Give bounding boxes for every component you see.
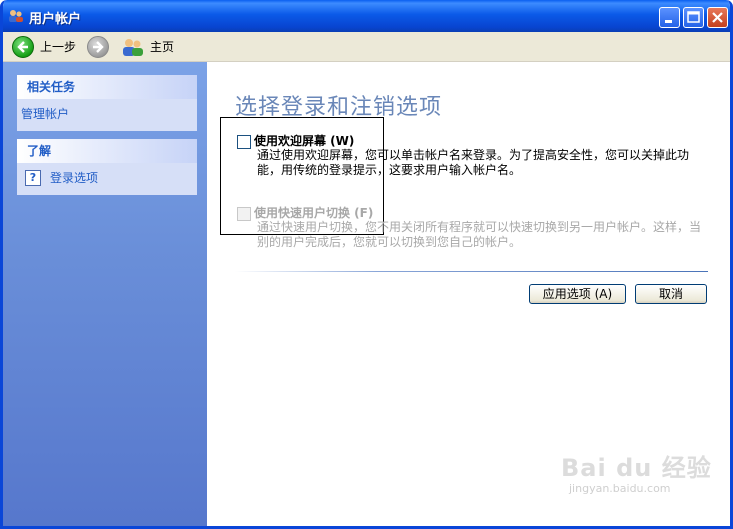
back-button[interactable]: 上一步 xyxy=(12,35,77,58)
minimize-button[interactable] xyxy=(659,7,680,28)
fast-user-switching-checkbox xyxy=(237,207,251,221)
related-tasks-header: 相关任务 xyxy=(17,75,197,99)
divider xyxy=(235,271,708,272)
user-accounts-icon xyxy=(9,10,23,22)
manage-accounts-label: 管理帐户 xyxy=(21,107,70,121)
user-accounts-window: 用户帐户 上一步 主页 相关任务 管理帐户 了解 ? 登录选项 选择登录和注销选… xyxy=(0,0,733,529)
learn-panel: 了解 ? 登录选项 xyxy=(17,139,197,195)
title-bar[interactable]: 用户帐户 xyxy=(3,0,730,32)
help-icon: ? xyxy=(25,170,41,186)
fast-user-switching-label: 使用快速用户切换 (F) xyxy=(254,206,374,220)
manage-accounts-link[interactable]: 管理帐户 xyxy=(21,105,189,123)
close-icon xyxy=(712,12,723,23)
forward-arrow-icon xyxy=(87,35,109,58)
logon-options-link[interactable]: ? 登录选项 xyxy=(25,169,189,187)
welcome-screen-checkbox[interactable] xyxy=(237,135,251,149)
baidu-watermark: Bai du 经验 jingyan.baidu.com xyxy=(561,448,721,498)
watermark-url: jingyan.baidu.com xyxy=(569,482,671,495)
cancel-button[interactable]: 取消 xyxy=(635,284,707,304)
learn-header: 了解 xyxy=(17,139,197,163)
welcome-screen-label[interactable]: 使用欢迎屏幕 (W) xyxy=(254,132,354,149)
watermark-logo: Bai du 经验 xyxy=(561,454,712,482)
fast-user-switching-description: 通过快速用户切换，您不用关闭所有程序就可以快速切换到另一用户帐户。这样，当 别的… xyxy=(257,220,702,249)
toolbar: 上一步 主页 xyxy=(3,32,730,62)
close-button[interactable] xyxy=(707,7,728,28)
maximize-icon xyxy=(687,11,700,23)
back-arrow-icon xyxy=(12,35,34,58)
maximize-button[interactable] xyxy=(683,7,704,28)
related-tasks-panel: 相关任务 管理帐户 xyxy=(17,75,197,131)
back-label: 上一步 xyxy=(40,40,77,54)
home-label: 主页 xyxy=(150,40,175,54)
minimize-icon xyxy=(665,20,672,23)
welcome-screen-description: 通过使用欢迎屏幕，您可以单击帐户名来登录。为了提高安全性，您可以关掉此功 能，用… xyxy=(257,148,690,177)
apply-options-button[interactable]: 应用选项 (A) xyxy=(529,284,626,304)
sidebar: 相关任务 管理帐户 了解 ? 登录选项 xyxy=(3,62,207,526)
home-users-icon xyxy=(123,38,143,56)
forward-button[interactable] xyxy=(87,35,109,58)
window-title: 用户帐户 xyxy=(29,12,82,27)
logon-options-label: 登录选项 xyxy=(50,171,99,185)
home-button[interactable]: 主页 xyxy=(122,36,174,57)
